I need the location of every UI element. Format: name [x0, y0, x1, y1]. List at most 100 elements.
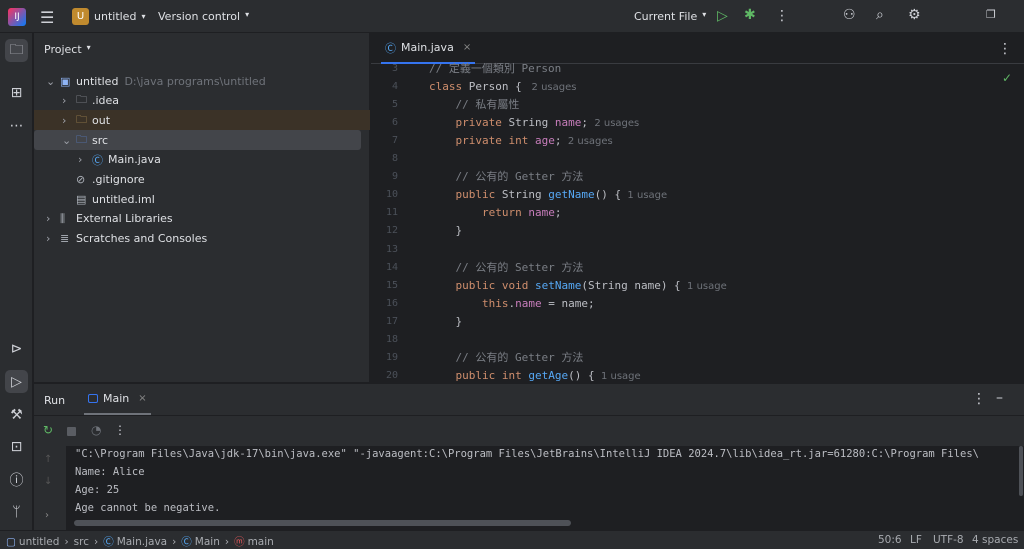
breadcrumb-item[interactable]: Ⓒ Main — [181, 534, 220, 549]
vertical-scrollbar[interactable] — [1019, 446, 1023, 496]
tree-item-external-libraries[interactable]: › ⫼ External Libraries — [34, 209, 370, 229]
code-line[interactable]: 14 // 公有的 Setter 方法 — [371, 259, 1024, 277]
services-icon[interactable]: ⊳ — [5, 337, 28, 360]
more-tools-icon[interactable]: ⋯ — [5, 114, 28, 137]
code-line[interactable]: 3 // 定義一個類別 Person — [371, 61, 1024, 78]
problems-icon[interactable]: ⓘ — [5, 468, 28, 491]
more-icon[interactable]: ⋮ — [775, 8, 789, 24]
chevron-right-icon[interactable]: › — [62, 114, 76, 127]
project-selector[interactable]: U untitled ▾ — [72, 8, 145, 25]
run-toolbar-more-icon[interactable]: ⋮ — [114, 423, 126, 437]
project-panel: Project ▾ ⌄ ▣ untitled D:\java programs\unti… — [34, 33, 370, 382]
run-icon[interactable]: ▷ — [717, 8, 728, 24]
tree-item-untitled[interactable]: ⌄ ▣ untitled D:\java programs\untitled — [34, 71, 370, 91]
code-line[interactable]: 18 — [371, 331, 1024, 349]
vcs-selector[interactable]: Version control ▾ — [158, 10, 249, 23]
chevron-right-icon[interactable]: › — [62, 94, 76, 107]
tree-item-scratches-and-consoles[interactable]: › ≣ Scratches and Consoles — [34, 229, 370, 249]
editor-more-icon[interactable]: ⋮ — [998, 41, 1012, 57]
run-tab-main[interactable]: Main × — [84, 384, 151, 415]
run-tool-icon[interactable]: ▷ — [5, 370, 28, 393]
structure-icon[interactable]: ⊞ — [5, 81, 28, 104]
usage-hint[interactable]: 1 usage — [681, 281, 727, 292]
build-icon[interactable]: ⚒ — [5, 403, 28, 426]
code-line[interactable]: 17 } — [371, 313, 1024, 331]
tree-item-out[interactable]: › 🗀 out — [34, 110, 370, 131]
usage-hint[interactable]: 1 usage — [595, 371, 641, 382]
restore-window-icon[interactable]: ❐ — [986, 8, 996, 21]
project-tool-icon[interactable]: 🗀 — [5, 39, 28, 62]
tree-item-untitled-iml[interactable]: ▤ untitled.iml — [34, 189, 370, 209]
code-line[interactable]: 10 public String getName() { 1 usage — [371, 186, 1024, 204]
code-line[interactable]: 7 private int age; 2 usages — [371, 132, 1024, 150]
code-text: private String name; 2 usages — [429, 114, 640, 133]
code-area[interactable]: 3 // 定義一個類別 Person 4 class Person { 2 usage… — [371, 61, 1024, 382]
breadcrumb-item[interactable]: ⓜ main — [234, 534, 274, 549]
tree-item-src[interactable]: ⌄ 🗀 src — [34, 130, 361, 151]
code-token: String — [501, 188, 549, 202]
usage-hint[interactable]: 2 usages — [561, 136, 613, 147]
code-line[interactable]: 12 } — [371, 222, 1024, 240]
chevron-right-icon[interactable]: › — [46, 212, 60, 225]
code-line[interactable]: 9 // 公有的 Getter 方法 — [371, 168, 1024, 186]
rerun-icon[interactable]: ↻ — [43, 423, 53, 437]
status-bar: ▢ untitled › src › Ⓒ Main.java › Ⓒ Main › ⓜ main 50:… — [0, 530, 1024, 549]
file-encoding[interactable]: UTF-8 — [933, 534, 964, 546]
code-line[interactable]: 4 class Person { 2 usages — [371, 78, 1024, 96]
scroll-up-icon[interactable]: ↑ — [44, 454, 52, 465]
code-text: public void setName(String name) { 1 usa… — [429, 277, 727, 296]
search-icon[interactable]: ⌕ — [876, 7, 884, 23]
git-icon[interactable]: ᛘ — [5, 500, 28, 523]
line-number: 8 — [391, 153, 398, 165]
line-number: 15 — [385, 279, 398, 291]
expand-icon[interactable]: › — [45, 510, 49, 521]
tree-item--gitignore[interactable]: ⊘ .gitignore — [34, 170, 370, 190]
attach-debugger-icon[interactable]: ◔ — [91, 423, 101, 437]
usage-hint[interactable]: 2 usages — [588, 118, 639, 129]
add-user-icon[interactable]: ⚇ — [843, 7, 856, 23]
chevron-down-icon[interactable]: ⌄ — [46, 75, 60, 88]
code-line[interactable]: 8 — [371, 150, 1024, 168]
chevron-right-icon: › — [172, 535, 177, 548]
chevron-down-icon[interactable]: ⌄ — [62, 134, 76, 147]
code-token: // 公有的 Getter 方法 — [455, 350, 584, 364]
project-panel-header[interactable]: Project ▾ — [44, 43, 91, 56]
tree-item--idea[interactable]: › 🗀 .idea — [34, 91, 370, 111]
caret-position[interactable]: 50:6 — [878, 534, 902, 546]
run-more-icon[interactable]: ⋮ — [972, 391, 986, 407]
breadcrumb-item[interactable]: ▢ untitled — [6, 536, 59, 548]
horizontal-scrollbar[interactable] — [74, 520, 571, 526]
code-line[interactable]: 6 private String name; 2 usages — [371, 114, 1024, 132]
chevron-right-icon[interactable]: › — [78, 153, 92, 166]
main-menu-icon[interactable]: ☰ — [40, 8, 54, 27]
minimize-icon[interactable]: – — [996, 390, 1003, 406]
settings-icon[interactable]: ⚙ — [908, 7, 921, 23]
code-line[interactable]: 20 public int getAge() { 1 usage — [371, 367, 1024, 382]
line-separator[interactable]: LF — [910, 534, 922, 546]
debug-icon[interactable]: ✱ — [744, 7, 756, 23]
scroll-down-icon[interactable]: ↓ — [44, 476, 52, 487]
code-token: public void — [455, 278, 535, 292]
breadcrumb-item[interactable]: src — [74, 536, 89, 548]
console-output[interactable]: "C:\Program Files\Java\jdk-17\bin\java.e… — [66, 446, 1024, 531]
close-icon[interactable]: × — [463, 42, 471, 53]
code-line[interactable]: 16 this.name = name; — [371, 295, 1024, 313]
code-line[interactable]: 11 return name; — [371, 204, 1024, 222]
chevron-right-icon[interactable]: › — [46, 232, 60, 245]
stop-icon[interactable] — [67, 427, 76, 436]
code-line[interactable]: 19 // 公有的 Getter 方法 — [371, 349, 1024, 367]
close-icon[interactable]: × — [138, 393, 146, 404]
code-line[interactable]: 15 public void setName(String name) { 1 … — [371, 277, 1024, 295]
indent-setting[interactable]: 4 spaces — [972, 534, 1018, 546]
code-line[interactable]: 13 — [371, 241, 1024, 259]
tab-main-java[interactable]: Ⓒ Main.java × — [381, 33, 476, 64]
breadcrumb-item[interactable]: Ⓒ Main.java — [103, 534, 167, 549]
code-line[interactable]: 5 // 私有屬性 — [371, 96, 1024, 114]
usage-hint[interactable]: 2 usages — [528, 82, 577, 93]
usage-hint[interactable]: 1 usage — [621, 190, 667, 201]
run-config-selector[interactable]: Current File ▾ — [634, 10, 706, 23]
tree-item-main-java[interactable]: › Ⓒ Main.java — [34, 150, 370, 170]
terminal-icon[interactable]: ⊡ — [5, 435, 28, 458]
